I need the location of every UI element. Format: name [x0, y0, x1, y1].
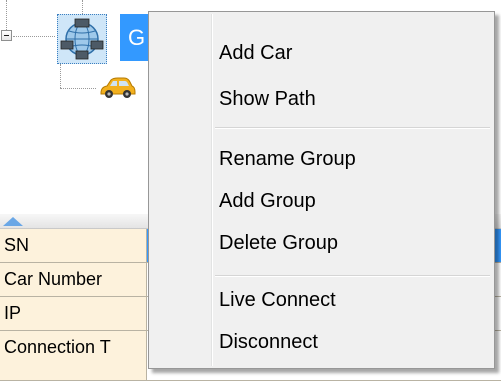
menu-item-show-path[interactable]: Show Path [149, 79, 494, 119]
menu-item-delete-group[interactable]: Delete Group [149, 223, 494, 263]
grid-row-label: IP [0, 297, 147, 330]
tree-connector-line [60, 64, 61, 88]
tree-connector-line [13, 36, 55, 37]
globe-network-icon [60, 18, 104, 60]
tree-connector-line [82, 0, 83, 14]
menu-item-live-connect[interactable]: Live Connect [149, 280, 494, 320]
tree-connector-line [6, 0, 7, 30]
menu-separator [215, 127, 490, 129]
menu-item-add-car[interactable]: Add Car [149, 33, 494, 73]
grid-row-label: Connection T [0, 331, 147, 380]
menu-item-rename-group[interactable]: Rename Group [149, 139, 494, 179]
context-menu: Add Car Show Path Rename Group Add Group… [148, 11, 495, 369]
tree-connector-line [60, 88, 96, 89]
menu-item-add-group[interactable]: Add Group [149, 181, 494, 221]
collapse-toggle[interactable] [1, 30, 12, 41]
sort-ascending-icon[interactable] [3, 217, 23, 226]
grid-row-label: SN [0, 229, 147, 262]
menu-separator [215, 275, 490, 277]
grid-row-label: Car Number [0, 263, 147, 296]
car-icon[interactable] [98, 76, 136, 100]
menu-item-disconnect[interactable]: Disconnect [149, 322, 494, 362]
group-node-icon[interactable] [57, 14, 107, 64]
